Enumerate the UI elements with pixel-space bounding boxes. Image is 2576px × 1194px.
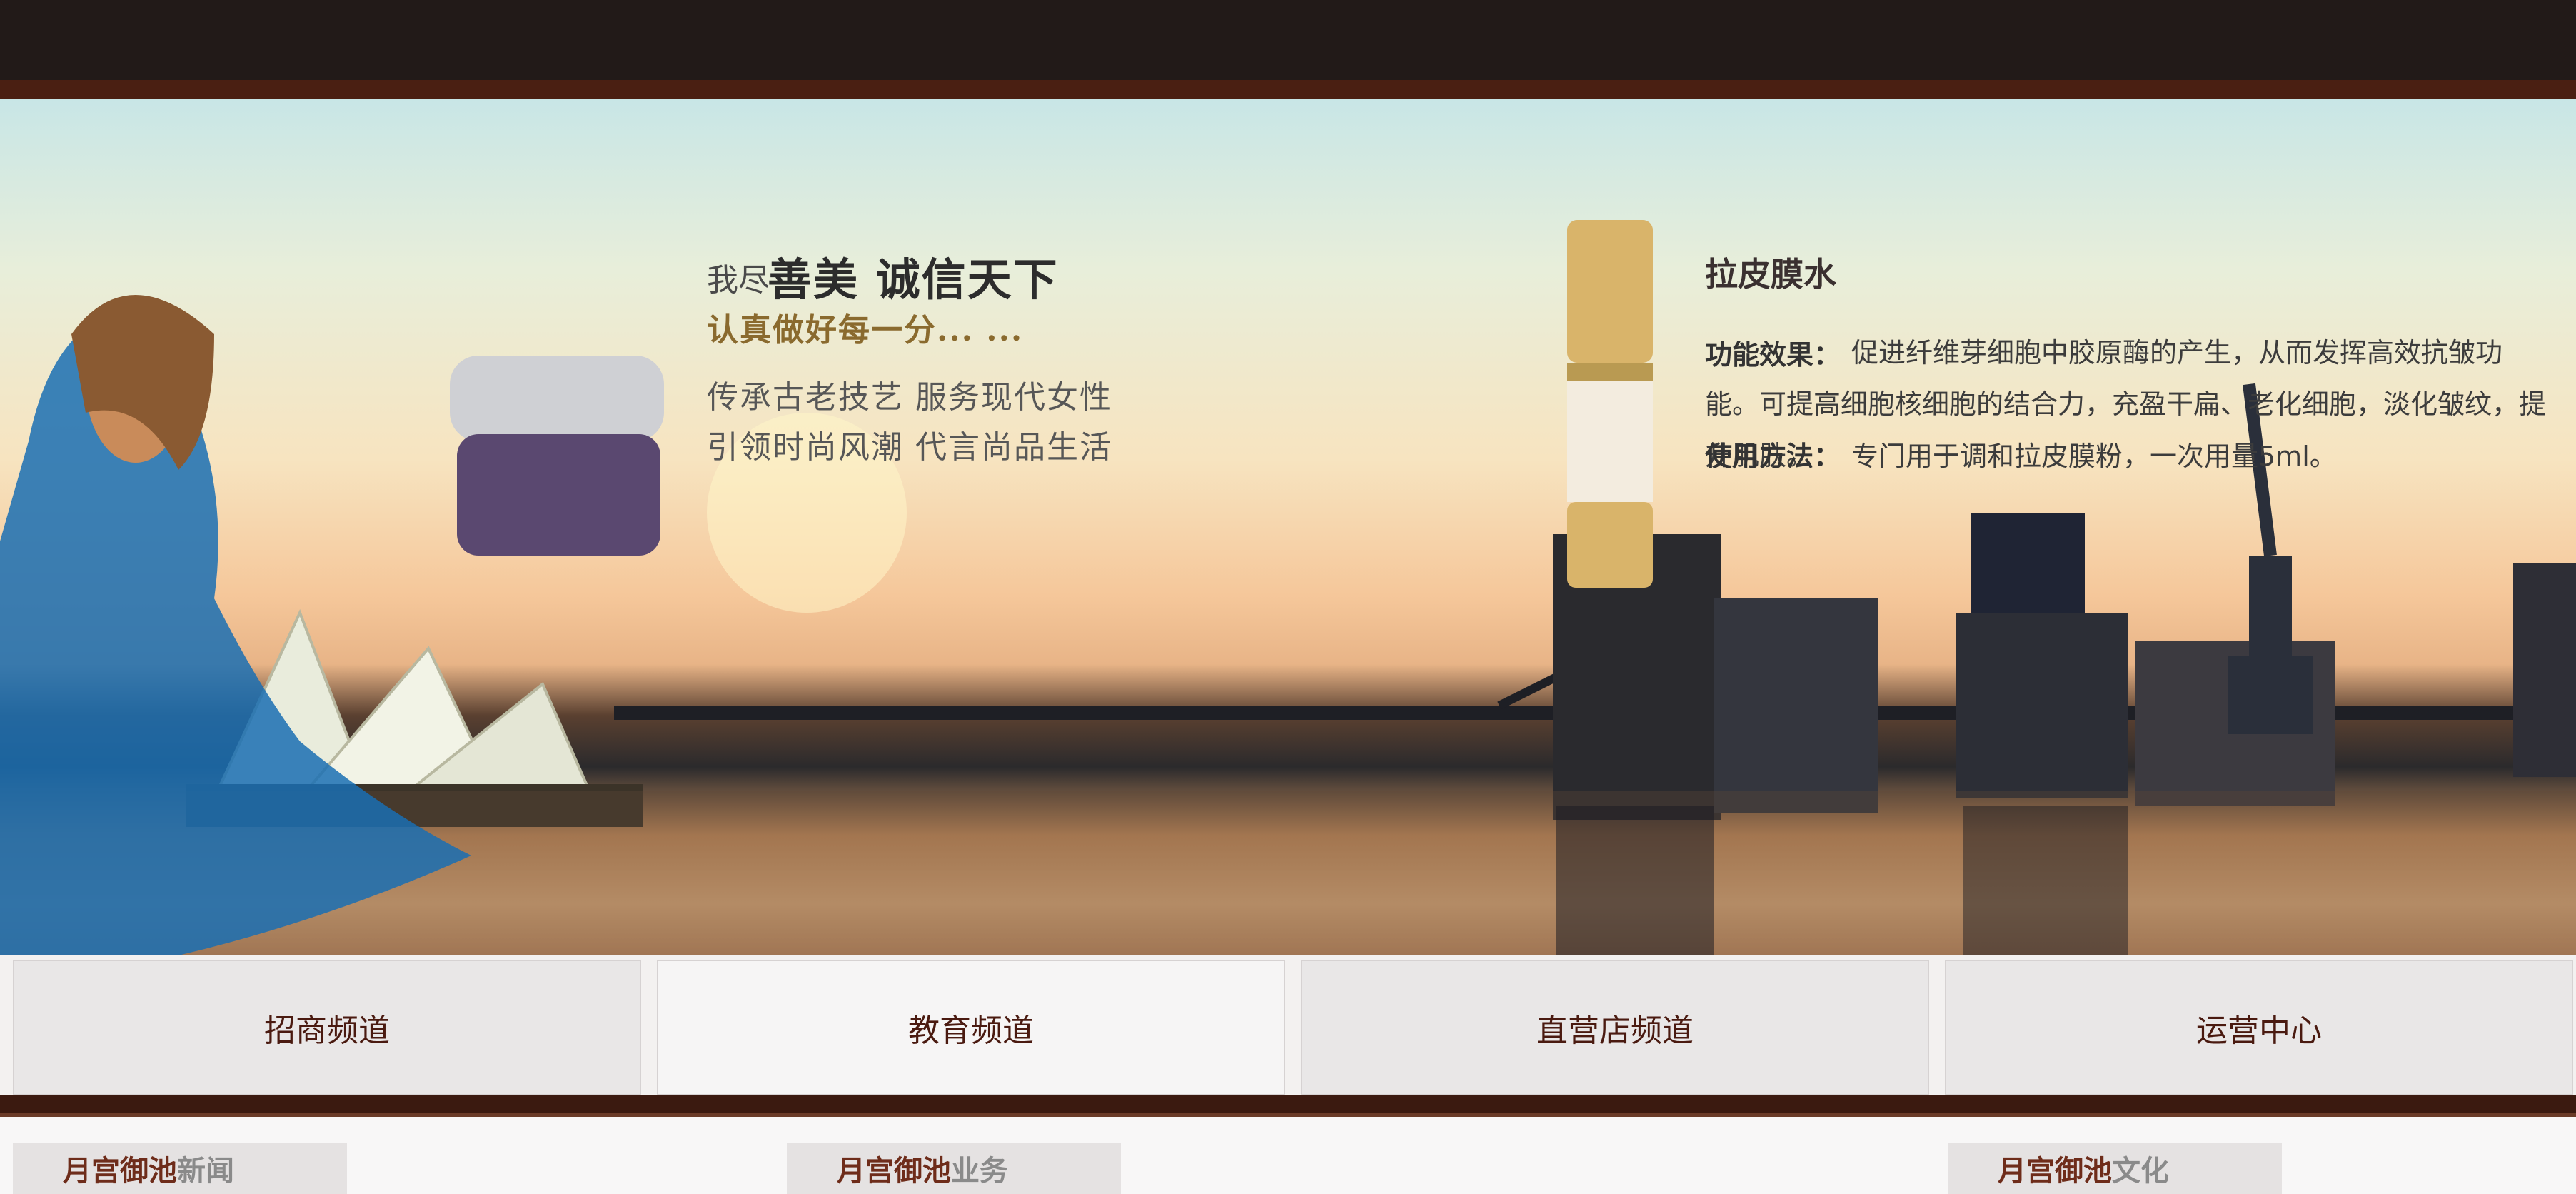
channel-tab-direct-store[interactable]: 直营店频道 — [1301, 960, 1929, 1095]
section-tab-news[interactable]: 月宫御池 新闻 — [13, 1143, 347, 1194]
hero-slogan-line: 引领时尚风潮 代言尚品生活 — [707, 429, 1112, 466]
section-name: 文化 — [2112, 1154, 2169, 1188]
hero-banner: 我尽 善美 诚信天下 认真做好每一分... ... 传承古老技艺 服务现代女性 … — [0, 99, 2576, 955]
hero-slogan-line: 传承古老技艺 服务现代女性 — [707, 379, 1112, 416]
header-accent-stripe — [0, 80, 2576, 99]
channel-nav: 招商频道 教育频道 直营店频道 运营中心 — [0, 955, 2576, 1095]
channel-tab-operations[interactable]: 运营中心 — [1945, 960, 2573, 1095]
section-tab-business[interactable]: 月宫御池 业务 — [787, 1143, 1121, 1194]
top-header-bar — [0, 0, 2576, 80]
usage-text: 专门用于调和拉皮膜粉，一次用量5ml。 — [1851, 441, 2337, 472]
section-name: 新闻 — [177, 1154, 234, 1188]
usage-label: 使用方法： — [1705, 441, 1841, 472]
section-brand: 月宫御池 — [837, 1154, 951, 1188]
section-tab-culture[interactable]: 月宫御池 文化 — [1948, 1143, 2282, 1194]
channel-tab-education[interactable]: 教育频道 — [657, 960, 1285, 1095]
section-brand: 月宫御池 — [63, 1154, 177, 1188]
hero-tagline-sub: 认真做好每一分... ... — [707, 312, 1024, 348]
section-name: 业务 — [951, 1154, 1008, 1188]
product-title: 拉皮膜水 — [1705, 255, 1836, 294]
channel-tab-investment[interactable]: 招商频道 — [13, 960, 641, 1095]
hero-tagline-prefix: 我尽 — [707, 262, 770, 298]
divider-bar — [0, 1095, 2576, 1113]
city-skyline-illustration — [0, 220, 2576, 955]
section-brand: 月宫御池 — [1998, 1154, 2112, 1188]
hero-tagline-main: 善美 诚信天下 — [768, 254, 1059, 306]
